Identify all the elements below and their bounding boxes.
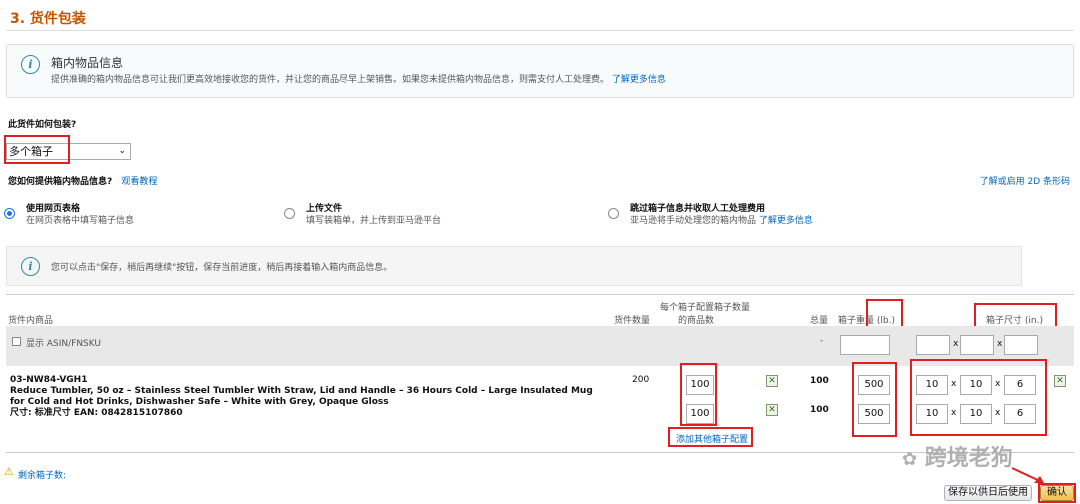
col-product: 货件内商品 (8, 316, 54, 326)
option-skip-desc-text: 亚马逊将手动处理您的箱内物品 (630, 216, 757, 226)
col-per-box-line2: 的商品数 (678, 316, 715, 326)
watermark-text: 跨境老狗 (924, 446, 1013, 471)
summary-height-input[interactable] (1004, 335, 1038, 355)
info-icon: i (21, 55, 40, 74)
info-icon: i (21, 257, 40, 276)
product-name: Reduce Tumbler, 50 oz – Stainless Steel … (10, 386, 593, 407)
delete-config-icon[interactable]: ✕ (766, 404, 778, 416)
divider (6, 30, 1074, 31)
highlight-dims-unit (974, 303, 1057, 328)
option-skip-learn-link[interactable]: 了解更多信息 (759, 216, 813, 226)
option-upload-desc: 填写装箱单，并上传到亚马逊平台 (306, 216, 442, 226)
radio-upload-file[interactable] (284, 208, 295, 219)
arrow-icon (1011, 467, 1044, 483)
summary-width-input[interactable] (960, 335, 994, 355)
config-total: 100 (810, 376, 829, 386)
learn-2d-link[interactable]: 了解或启用 2D 条形码 (980, 174, 1070, 187)
chevron-down-icon: ⌄ (118, 146, 126, 156)
info-box-title: 箱内物品信息 (51, 56, 124, 70)
note-text: 您可以点击"保存，稍后再继续"按钮，保存当前进度，稍后再接着输入箱内商品信息。 (51, 263, 393, 273)
product-sku: 03-NW84-VGH1 (10, 375, 88, 385)
table-top-border (6, 294, 1074, 295)
summary-dash: - (820, 336, 824, 346)
show-asin-label: 显示 ASIN/FNSKU (26, 339, 102, 349)
dim-sep: x (953, 339, 959, 349)
product-size: 尺寸: 标准尺寸 EAN: 0842815107860 (10, 408, 183, 418)
warning-icon: ⚠ (4, 465, 14, 478)
wechat-icon: ✿ (902, 449, 918, 470)
product-qty: 200 (632, 375, 650, 385)
delete-config-icon[interactable]: ✕ (766, 375, 778, 387)
option-skip-desc: 亚马逊将手动处理您的箱内物品 了解更多信息 (630, 213, 813, 226)
packing-question: 此货件如何包装? (8, 120, 77, 130)
config-total: 100 (810, 405, 829, 415)
highlight-dims (910, 359, 1047, 436)
col-qty: 货件数量 (614, 316, 651, 326)
box-info-question-text: 您如何提供箱内物品信息? (8, 177, 113, 187)
highlight-add-config (668, 427, 753, 447)
info-box: i 箱内物品信息 提供准确的箱内物品信息可让我们更高效地接收您的货件，并让您的商… (6, 44, 1074, 98)
watch-tutorial-link[interactable]: 观看教程 (121, 177, 157, 187)
box-info-question: 您如何提供箱内物品信息? 观看教程 (8, 174, 157, 187)
highlight-box (4, 135, 70, 164)
learn-more-link[interactable]: 了解更多信息 (612, 75, 666, 85)
highlight-per-box (680, 363, 717, 426)
info-box-text: 提供准确的箱内物品信息可让我们更高效地接收您的货件，并让您的商品尽早上架销售。如… (51, 72, 666, 85)
radio-web-form[interactable] (4, 208, 15, 219)
info-box-body: 提供准确的箱内物品信息可让我们更高效地接收您的货件，并让您的商品尽早上架销售。如… (51, 75, 610, 85)
radio-skip-box-info[interactable] (608, 208, 619, 219)
col-total: 总量 (810, 316, 829, 326)
show-asin-checkbox[interactable] (12, 337, 21, 346)
remaining-boxes: 剩余箱子数: (18, 471, 67, 481)
note-box: i 您可以点击"保存，稍后再继续"按钮，保存当前进度，稍后再接着输入箱内商品信息… (6, 246, 1022, 286)
dim-sep: x (997, 339, 1003, 349)
product-info: 03-NW84-VGH1 Reduce Tumbler, 50 oz – Sta… (10, 375, 610, 419)
section-title: 3. 货件包装 (10, 11, 86, 27)
highlight-weight (852, 362, 897, 437)
option-web-form-desc: 在网页表格中填写箱子信息 (26, 216, 135, 226)
watermark: ✿ 跨境老狗 (902, 440, 1013, 472)
summary-length-input[interactable] (916, 335, 950, 355)
col-per-box-line1: 每个箱子配置箱子数量 (660, 303, 751, 313)
summary-weight-input[interactable] (840, 335, 890, 355)
delete-box-icon[interactable]: ✕ (1054, 375, 1066, 387)
